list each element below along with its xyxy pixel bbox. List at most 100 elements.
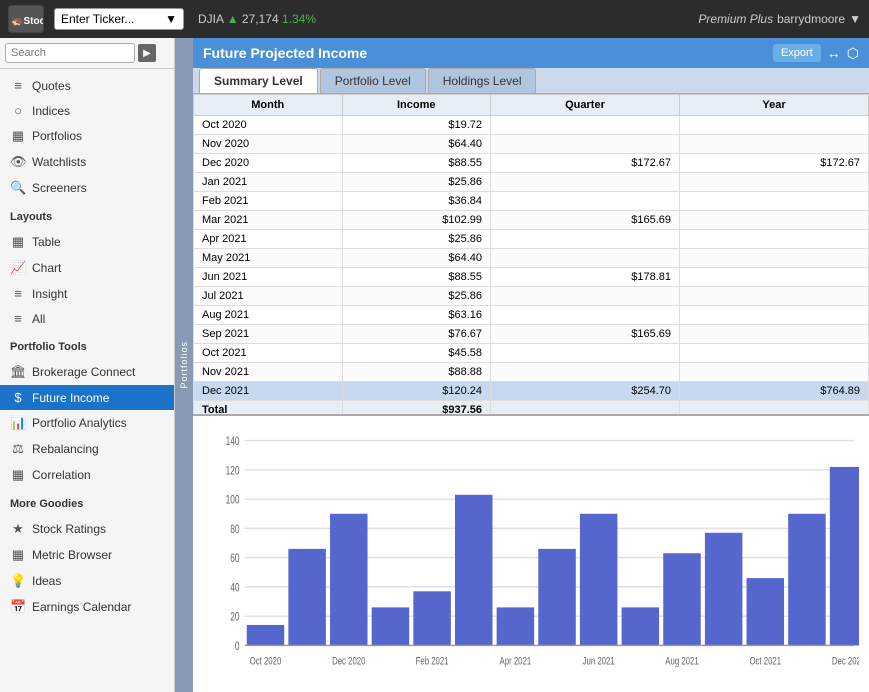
main-layout: ▶ ≡ Quotes ○ Indices ▦ Portfolios 👁 Watc… xyxy=(0,38,869,692)
table-row: Apr 2021$25.86 xyxy=(194,230,869,249)
nav-item-earnings-calendar[interactable]: 📅 Earnings Calendar xyxy=(0,594,174,620)
portfolio-analytics-icon: 📊 xyxy=(10,415,26,431)
table-cell-month: Oct 2020 xyxy=(194,116,343,135)
table-cell-quarter xyxy=(491,401,680,415)
username: barrydmoore xyxy=(777,12,845,26)
table-cell-income: $88.55 xyxy=(342,268,491,287)
search-input[interactable] xyxy=(5,43,135,63)
nav-item-portfolios[interactable]: ▦ Portfolios xyxy=(0,123,174,149)
table-cell-quarter xyxy=(491,192,680,211)
table-cell-year xyxy=(680,268,869,287)
nav-label-ideas: Ideas xyxy=(32,574,61,588)
nav-item-screeners[interactable]: 🔍 Screeners xyxy=(0,175,174,201)
table-row: Total$937.56 xyxy=(194,401,869,415)
ticker-input[interactable]: Enter Ticker... ▼ xyxy=(54,8,184,30)
insight-icon: ≡ xyxy=(10,286,26,301)
table-row: Jan 2021$25.86 xyxy=(194,173,869,192)
table-row: May 2021$64.40 xyxy=(194,249,869,268)
table-cell-income: $102.99 xyxy=(342,211,491,230)
account-dropdown-icon[interactable]: ▼ xyxy=(849,12,861,26)
nav-label-earnings-calendar: Earnings Calendar xyxy=(32,600,131,614)
table-row: Aug 2021$63.16 xyxy=(194,306,869,325)
table-cell-year xyxy=(680,249,869,268)
table-body: Oct 2020$19.72Nov 2020$64.40Dec 2020$88.… xyxy=(194,116,869,415)
content-area: Portfolios Future Projected Income Expor… xyxy=(175,38,869,692)
nav-item-brokerage[interactable]: 🏛 Brokerage Connect xyxy=(0,359,174,385)
bar-aug2021 xyxy=(663,553,700,645)
stock-ratings-icon: ★ xyxy=(10,521,26,537)
table-row: Nov 2020$64.40 xyxy=(194,135,869,154)
tab-portfolio-level[interactable]: Portfolio Level xyxy=(320,68,426,93)
bar-chart: 140 120 100 80 60 40 20 0 xyxy=(203,426,859,682)
table-cell-year xyxy=(680,287,869,306)
djia-value: 27,174 xyxy=(242,12,279,26)
account-tier: Premium Plus xyxy=(698,12,773,26)
search-arrow-button[interactable]: ▶ xyxy=(138,44,156,62)
svg-text:Apr 2021: Apr 2021 xyxy=(500,655,532,668)
nav-item-quotes[interactable]: ≡ Quotes xyxy=(0,73,174,98)
nav-item-insight[interactable]: ≡ Insight xyxy=(0,281,174,306)
nav-item-indices[interactable]: ○ Indices xyxy=(0,98,174,123)
table-row: Dec 2020$88.55$172.67$172.67 xyxy=(194,154,869,173)
nav-label-correlation: Correlation xyxy=(32,468,91,482)
table-cell-month: Sep 2021 xyxy=(194,325,343,344)
all-icon: ≡ xyxy=(10,311,26,326)
table-row: Dec 2021$120.24$254.70$764.89 xyxy=(194,382,869,401)
table-cell-month: Apr 2021 xyxy=(194,230,343,249)
svg-text:80: 80 xyxy=(230,524,240,537)
bar-jun2021 xyxy=(580,514,617,646)
table-cell-year: $764.89 xyxy=(680,382,869,401)
table-row: Jun 2021$88.55$178.81 xyxy=(194,268,869,287)
nav-item-metric-browser[interactable]: ▦ Metric Browser xyxy=(0,542,174,568)
bar-sep2021 xyxy=(705,533,742,646)
tab-summary-level[interactable]: Summary Level xyxy=(199,68,318,93)
export-button[interactable]: Export xyxy=(773,44,821,62)
layouts-label: Layouts xyxy=(0,205,174,225)
bar-nov2020 xyxy=(288,549,325,646)
nav-item-ideas[interactable]: 💡 Ideas xyxy=(0,568,174,594)
nav-item-future-income[interactable]: $ Future Income xyxy=(0,385,174,410)
panels-tab[interactable]: Portfolios xyxy=(175,38,193,692)
layouts-nav: ▦ Table 📈 Chart ≡ Insight ≡ All xyxy=(0,225,174,335)
nav-item-all[interactable]: ≡ All xyxy=(0,306,174,331)
nav-label-portfolios: Portfolios xyxy=(32,129,82,143)
nav-item-stock-ratings[interactable]: ★ Stock Ratings xyxy=(0,516,174,542)
logo: 🦔StockRover xyxy=(8,5,44,33)
table-cell-income: $937.56 xyxy=(342,401,491,415)
nav-item-correlation[interactable]: ▦ Correlation xyxy=(0,462,174,488)
nav-item-portfolio-analytics[interactable]: 📊 Portfolio Analytics xyxy=(0,410,174,436)
bar-dec2020 xyxy=(330,514,367,646)
nav-label-portfolio-analytics: Portfolio Analytics xyxy=(32,416,127,430)
nav-label-stock-ratings: Stock Ratings xyxy=(32,522,106,536)
nav-item-table[interactable]: ▦ Table xyxy=(0,229,174,255)
rebalancing-icon: ⚖ xyxy=(10,441,26,457)
nav-item-watchlists[interactable]: 👁 Watchlists xyxy=(0,149,174,175)
table-cell-quarter xyxy=(491,363,680,382)
expand-icon[interactable]: ↔ xyxy=(827,45,841,61)
earnings-calendar-icon: 📅 xyxy=(10,599,26,615)
panel-title: Future Projected Income xyxy=(203,45,367,61)
table-cell-quarter: $178.81 xyxy=(491,268,680,287)
income-table: Month Income Quarter Year Oct 2020$19.72… xyxy=(193,94,869,414)
tab-holdings-level[interactable]: Holdings Level xyxy=(428,68,537,93)
col-header-month: Month xyxy=(194,95,343,116)
table-cell-income: $19.72 xyxy=(342,116,491,135)
nav-label-table: Table xyxy=(32,235,61,249)
table-cell-month: Jul 2021 xyxy=(194,287,343,306)
popout-icon[interactable]: ⬡ xyxy=(847,45,859,62)
watchlists-icon: 👁 xyxy=(10,154,26,170)
table-cell-month: Oct 2021 xyxy=(194,344,343,363)
table-icon: ▦ xyxy=(10,234,26,250)
table-cell-month: Nov 2021 xyxy=(194,363,343,382)
table-cell-quarter xyxy=(491,344,680,363)
nav-item-chart[interactable]: 📈 Chart xyxy=(0,255,174,281)
table-row: Feb 2021$36.84 xyxy=(194,192,869,211)
table-cell-year xyxy=(680,306,869,325)
table-cell-quarter xyxy=(491,135,680,154)
nav-item-rebalancing[interactable]: ⚖ Rebalancing xyxy=(0,436,174,462)
table-cell-year xyxy=(680,325,869,344)
table-cell-quarter xyxy=(491,306,680,325)
nav-label-all: All xyxy=(32,312,45,326)
table-cell-income: $25.86 xyxy=(342,230,491,249)
table-row: Sep 2021$76.67$165.69 xyxy=(194,325,869,344)
